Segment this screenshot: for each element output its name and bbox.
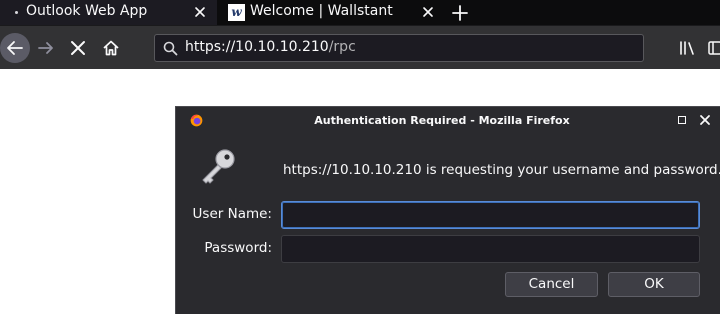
back-button[interactable] (0, 33, 30, 63)
url-text: https://10.10.10.210/rpc (185, 39, 356, 55)
sidebar-icon[interactable] (708, 40, 720, 56)
close-icon[interactable] (699, 114, 711, 126)
forward-arrow-icon[interactable] (36, 39, 56, 57)
back-arrow-icon (7, 41, 23, 55)
password-label: Password: (204, 240, 272, 256)
ok-button[interactable]: OK (608, 272, 700, 297)
dot-icon (15, 11, 18, 14)
close-tab-icon[interactable] (193, 5, 207, 19)
dialog-titlebar: Authentication Required - Mozilla Firefo… (176, 107, 720, 133)
new-tab-icon[interactable] (449, 2, 471, 24)
close-tab-icon[interactable] (421, 5, 435, 19)
authentication-dialog: Authentication Required - Mozilla Firefo… (175, 106, 720, 314)
wallstant-logo: w (228, 4, 245, 21)
dialog-message: https://10.10.10.210 is requesting your … (283, 162, 720, 178)
tab-strip: Outlook Web App w Welcome | Wallstant (0, 0, 720, 25)
library-icon[interactable] (679, 40, 697, 56)
search-icon (163, 41, 178, 56)
stop-icon[interactable] (69, 39, 87, 57)
cancel-button[interactable]: Cancel (505, 272, 598, 297)
tab-outlook-web-app[interactable]: Outlook Web App (0, 0, 217, 25)
password-input[interactable] (281, 235, 700, 263)
home-icon[interactable] (101, 38, 121, 58)
username-input[interactable] (281, 201, 700, 229)
tab-label: Outlook Web App (26, 3, 148, 19)
navigation-toolbar: https://10.10.10.210/rpc (0, 25, 720, 69)
maximize-icon[interactable] (678, 116, 686, 124)
url-host: https://10.10.10.210 (185, 39, 329, 55)
tab-welcome-wallstant[interactable]: w Welcome | Wallstant (218, 0, 442, 25)
tab-label: Welcome | Wallstant (250, 3, 393, 19)
url-bar[interactable]: https://10.10.10.210/rpc (154, 34, 644, 62)
key-icon (202, 149, 235, 184)
dialog-title: Authentication Required - Mozilla Firefo… (314, 114, 570, 127)
url-path: /rpc (328, 39, 356, 55)
username-label: User Name: (192, 206, 272, 222)
